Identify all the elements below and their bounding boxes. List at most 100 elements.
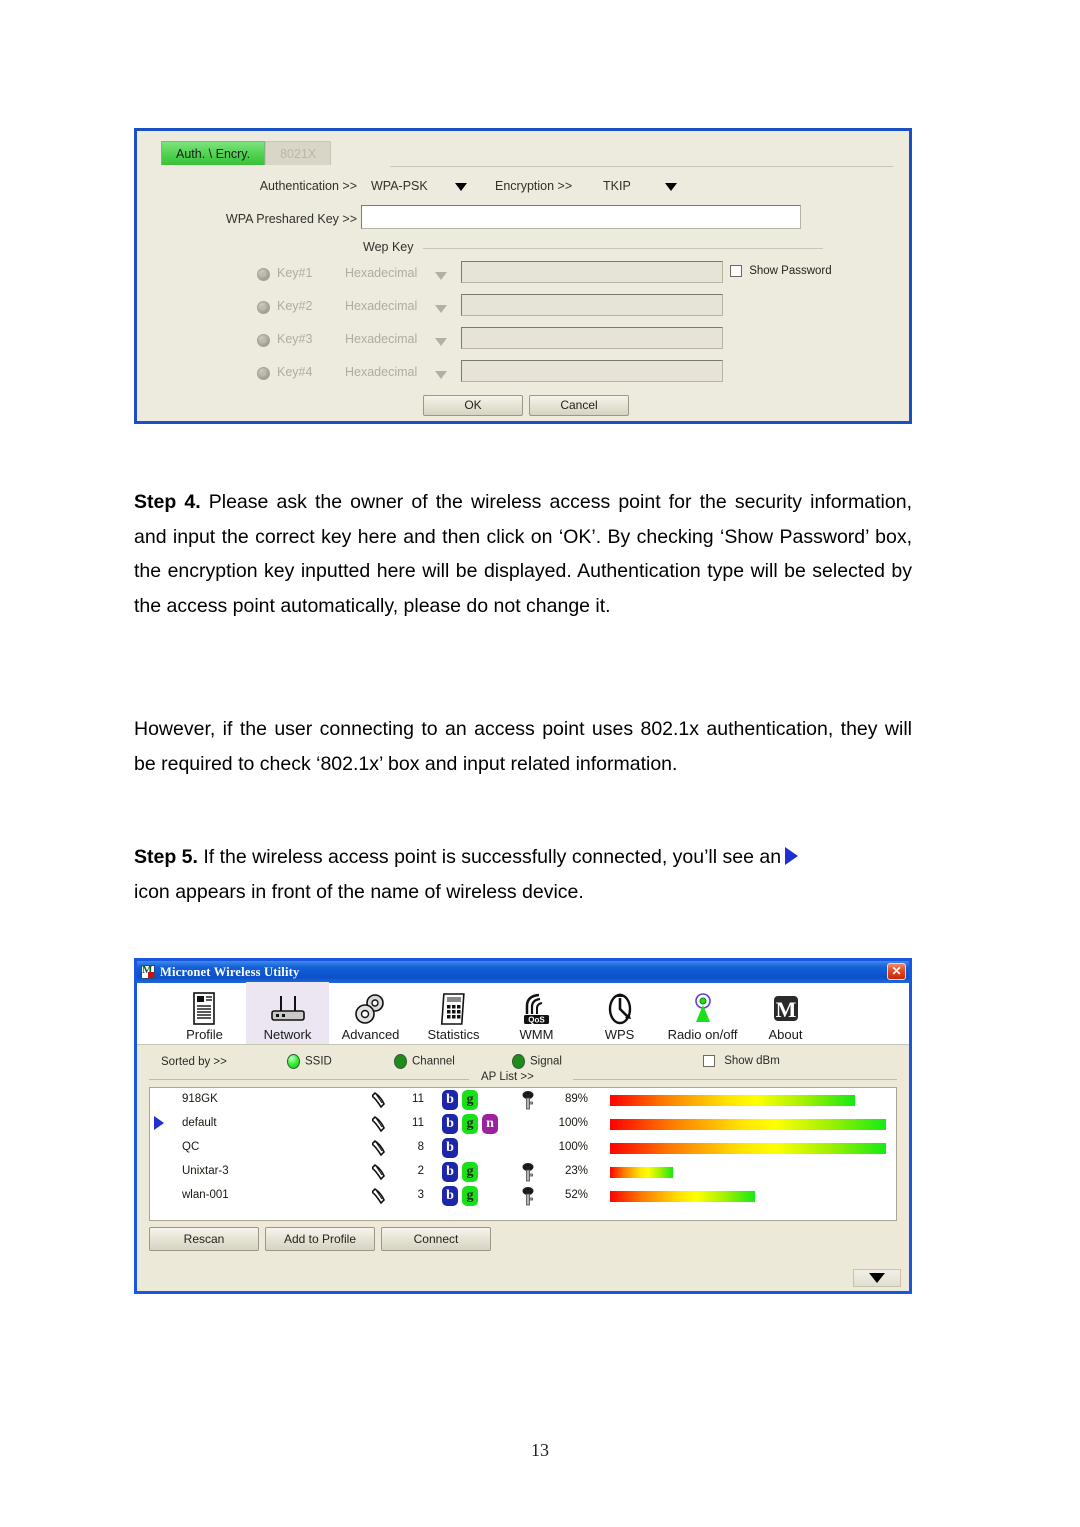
ap-modes: bg: [442, 1090, 482, 1110]
chevron-down-icon: [435, 304, 447, 313]
wep-key-2-radio[interactable]: [257, 301, 270, 314]
sort-option-channel[interactable]: Channel: [394, 1054, 455, 1069]
wep-key-1-input[interactable]: [461, 261, 723, 283]
wep-key-4-input[interactable]: [461, 360, 723, 382]
tab-radio-onoff[interactable]: Radio on/off: [661, 982, 744, 1044]
sort-option-ssid-label: SSID: [305, 1055, 332, 1068]
table-row[interactable]: default 11 bgn 100%: [150, 1112, 896, 1136]
wmm-icon: QoS: [521, 991, 553, 1027]
ap-antenna-icon: [370, 1091, 388, 1112]
step5-body-b: icon appears in front of the name of wir…: [134, 880, 584, 903]
expand-panel-button[interactable]: [853, 1269, 901, 1287]
rescan-button[interactable]: Rescan: [149, 1227, 259, 1251]
tab-wps[interactable]: WPS: [578, 982, 661, 1044]
show-dbm-checkbox[interactable]: Show dBm: [703, 1055, 780, 1067]
tab-about[interactable]: M About: [744, 982, 827, 1044]
encryption-value[interactable]: TKIP: [603, 179, 631, 193]
wep-key-3-input[interactable]: [461, 327, 723, 349]
wep-key-4-format-arrow[interactable]: [435, 366, 447, 384]
tab-wmm[interactable]: QoS WMM: [495, 982, 578, 1044]
radio-onoff-icon: [688, 991, 718, 1027]
wep-key-1-format[interactable]: Hexadecimal: [345, 266, 417, 280]
step4-label: Step 4.: [134, 491, 201, 513]
mode-badge-g: g: [462, 1186, 478, 1206]
ap-ssid: 918GK: [182, 1093, 218, 1105]
tab-auth-encry[interactable]: Auth. \ Encry.: [161, 141, 266, 165]
close-button[interactable]: ✕: [887, 963, 906, 980]
tab-network[interactable]: Network: [246, 982, 329, 1044]
dialog-tabstrip: Auth. \ Encry. 8021X: [161, 141, 899, 167]
ap-ssid: wlan-001: [182, 1189, 229, 1201]
tab-statistics[interactable]: Statistics: [412, 982, 495, 1044]
authentication-value[interactable]: WPA-PSK: [371, 179, 428, 193]
ap-list-panel[interactable]: 918GK 11 bg 89% default 11 bgn 100% QC 8…: [149, 1087, 897, 1221]
wep-key-2-format-arrow[interactable]: [435, 300, 447, 318]
table-row[interactable]: 918GK 11 bg 89%: [150, 1088, 896, 1112]
ap-signal-bar: [610, 1167, 673, 1178]
ap-modes: bg: [442, 1186, 482, 1206]
tab-8021x[interactable]: 8021X: [265, 141, 332, 165]
ap-signal-percent: 100%: [558, 1141, 588, 1153]
wep-key-4-radio[interactable]: [257, 367, 270, 380]
mode-badge-b: b: [442, 1090, 458, 1110]
chevron-down-icon: [435, 271, 447, 280]
chevron-down-icon: [435, 337, 447, 346]
sorted-by-label: Sorted by >>: [161, 1056, 227, 1068]
wep-key-3-radio[interactable]: [257, 334, 270, 347]
tab-profile-label: Profile: [186, 1027, 223, 1042]
ap-security-key-icon: [521, 1187, 535, 1209]
wep-key-1-radio[interactable]: [257, 268, 270, 281]
table-row[interactable]: wlan-001 3 bg 52%: [150, 1184, 896, 1208]
ap-channel: 2: [417, 1165, 424, 1177]
statistics-icon: [439, 991, 469, 1027]
authentication-dropdown-arrow[interactable]: [455, 179, 467, 193]
ap-security-key-icon: [521, 1163, 535, 1185]
main-toolbar: Profile Network Advanced Statistics QoS …: [137, 982, 909, 1045]
connect-button[interactable]: Connect: [381, 1227, 491, 1251]
mode-badge-b: b: [442, 1186, 458, 1206]
wep-key-3-format[interactable]: Hexadecimal: [345, 332, 417, 346]
tab-radio-onoff-label: Radio on/off: [667, 1027, 738, 1042]
wep-key-4-format[interactable]: Hexadecimal: [345, 365, 417, 379]
ap-signal-percent: 100%: [558, 1117, 588, 1129]
ap-list-divider-left: [149, 1079, 469, 1080]
sort-option-ssid[interactable]: SSID: [287, 1054, 332, 1069]
ap-list-label: AP List >>: [475, 1071, 540, 1083]
add-to-profile-button[interactable]: Add to Profile: [265, 1227, 375, 1251]
action-buttons: Rescan Add to Profile Connect: [149, 1227, 497, 1251]
table-row[interactable]: Unixtar-3 2 bg 23%: [150, 1160, 896, 1184]
wpa-preshared-key-input[interactable]: [361, 205, 801, 229]
show-dbm-label: Show dBm: [724, 1055, 780, 1068]
ok-button[interactable]: OK: [423, 395, 523, 416]
tab-advanced[interactable]: Advanced: [329, 982, 412, 1044]
step4-paragraph: Step 4. Please ask the owner of the wire…: [134, 485, 912, 623]
cancel-button[interactable]: Cancel: [529, 395, 629, 416]
however-body: However, if the user connecting to an ac…: [134, 718, 912, 775]
ap-ssid: default: [182, 1117, 217, 1129]
network-icon: [269, 991, 307, 1027]
sort-option-channel-label: Channel: [412, 1055, 455, 1068]
ap-signal-percent: 89%: [564, 1093, 588, 1105]
wep-key-2-format[interactable]: Hexadecimal: [345, 299, 417, 313]
ap-signal-bar: [610, 1143, 886, 1154]
table-row[interactable]: QC 8 b 100%: [150, 1136, 896, 1160]
ap-ssid: QC: [182, 1141, 200, 1153]
mode-badge-n: n: [482, 1114, 498, 1134]
ap-modes: b: [442, 1138, 462, 1158]
wep-key-1-format-arrow[interactable]: [435, 267, 447, 285]
wep-key-2-input[interactable]: [461, 294, 723, 316]
tab-profile[interactable]: Profile: [163, 982, 246, 1044]
ap-channel: 11: [412, 1117, 424, 1129]
show-password-checkbox[interactable]: Show Password: [730, 265, 832, 277]
connected-arrow-icon: [785, 847, 799, 865]
sort-option-signal[interactable]: Signal: [512, 1054, 562, 1069]
wep-key-3-format-arrow[interactable]: [435, 333, 447, 351]
window-titlebar: Micronet Wireless Utility ✕: [137, 961, 909, 983]
encryption-dropdown-arrow[interactable]: [665, 179, 677, 193]
ap-list-divider-right: [573, 1079, 897, 1080]
ap-antenna-icon: [370, 1187, 388, 1208]
ap-signal-bar: [610, 1095, 855, 1106]
authentication-label: Authentication >>: [259, 179, 357, 193]
chevron-down-icon: [435, 370, 447, 379]
ap-signal-percent: 23%: [564, 1165, 588, 1177]
